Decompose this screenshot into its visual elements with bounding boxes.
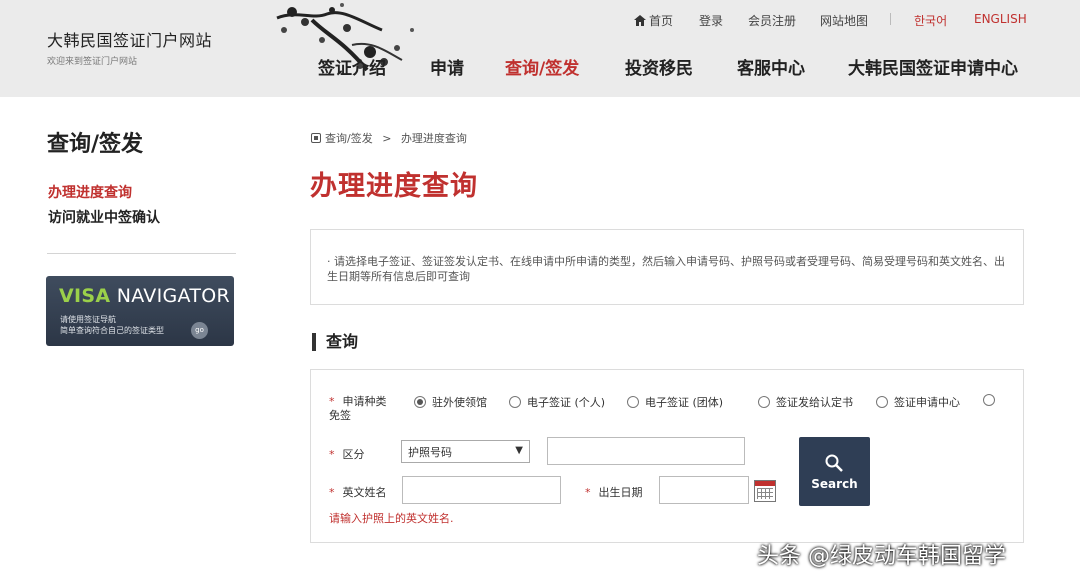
visa-navigator-title: VISA NAVIGATOR	[59, 285, 230, 307]
breadcrumb: 查询/签发 > 办理进度查询	[311, 130, 467, 146]
nav-customer-center[interactable]: 客服中心	[737, 54, 805, 79]
nav-inquiry-issue[interactable]: 查询/签发	[505, 54, 579, 79]
notice-text: · 请选择电子签证、签证签发认定书、在线申请中所申请的类型，然后输入申请号码、护…	[327, 255, 1005, 283]
site-title[interactable]: 大韩民国签证门户网站	[47, 27, 212, 51]
sidebar-title: 查询/签发	[47, 132, 144, 157]
banner-line-1: 请使用签证导航	[60, 315, 116, 324]
nav-investment-immigration[interactable]: 投资移民	[625, 54, 693, 79]
home-link[interactable]: 首页	[634, 12, 673, 29]
english-link[interactable]: ENGLISH	[974, 12, 1027, 26]
korean-link[interactable]: 한국어	[914, 12, 947, 29]
birth-label-text: 出生日期	[598, 486, 643, 499]
radio-label: 电子签证 (个人)	[527, 396, 606, 409]
visa-free-label: 免签	[329, 409, 351, 422]
visa-word: VISA	[59, 285, 111, 307]
required-mark: *	[329, 448, 335, 461]
radio-application-center[interactable]: 签证申请中心	[876, 394, 960, 410]
name-label-text: 英文姓名	[342, 486, 387, 499]
breadcrumb-separator: >	[382, 132, 392, 145]
navigator-word: NAVIGATOR	[110, 285, 231, 307]
radio-evisa-individual[interactable]: 电子签证 (个人)	[509, 394, 605, 410]
go-button[interactable]: go	[191, 322, 208, 339]
category-label-text: 区分	[342, 448, 365, 461]
site-subtitle: 欢迎来到签证门户网站	[47, 57, 138, 67]
watermark: 头条 @绿皮动车韩国留学	[757, 544, 1006, 569]
radio-issuance-certificate[interactable]: 签证发给认定书	[758, 394, 853, 410]
search-button[interactable]: Search	[799, 437, 870, 506]
chevron-down-icon: ▼	[515, 445, 523, 456]
sidebar-item-employment-confirmation[interactable]: 访问就业中签确认	[48, 207, 160, 227]
sidebar-item-progress-inquiry[interactable]: 办理进度查询	[48, 182, 132, 202]
radio-circle[interactable]	[414, 396, 426, 408]
number-input[interactable]	[547, 437, 745, 465]
radio-label: 电子签证 (团体)	[645, 396, 724, 409]
radio-circle[interactable]	[758, 396, 770, 408]
breadcrumb-current: 办理进度查询	[400, 132, 467, 145]
required-mark: *	[585, 486, 591, 499]
radio-label: 签证申请中心	[894, 396, 960, 409]
calendar-icon[interactable]	[754, 480, 776, 502]
nav-visa-application-center[interactable]: 大韩民国签证申请中心	[848, 54, 1018, 79]
english-name-input[interactable]	[402, 476, 561, 504]
radio-visa-free[interactable]	[983, 394, 1001, 407]
radio-circle[interactable]	[983, 394, 995, 406]
login-link[interactable]: 登录	[699, 12, 723, 29]
radio-circle[interactable]	[509, 396, 521, 408]
radio-consulate[interactable]: 驻外使领馆	[414, 394, 487, 410]
utility-divider	[890, 13, 891, 25]
required-mark: *	[329, 486, 335, 499]
radio-evisa-group[interactable]: 电子签证 (团体)	[627, 394, 723, 410]
signup-link[interactable]: 会员注册	[748, 12, 796, 29]
nav-apply[interactable]: 申请	[430, 54, 464, 79]
banner-line-2: 简单查询符合自己的签证类型	[60, 326, 164, 335]
visa-navigator-banner[interactable]: VISA NAVIGATOR 请使用签证导航 简单查询符合自己的签证类型 go	[46, 276, 234, 346]
breadcrumb-section[interactable]: 查询/签发	[325, 132, 373, 145]
category-label: * 区分	[329, 446, 365, 462]
nav-visa-intro[interactable]: 签证介绍	[318, 54, 386, 79]
birth-date-input[interactable]	[659, 476, 749, 504]
search-label: Search	[811, 477, 858, 491]
home-icon	[634, 15, 646, 26]
sitemap-link[interactable]: 网站地图	[820, 12, 868, 29]
birth-label: * 出生日期	[585, 484, 643, 500]
section-title: 查询	[312, 333, 358, 351]
name-hint: 请输入护照上的英文姓名.	[329, 512, 454, 525]
inquiry-form: * 申请种类 驻外使领馆 电子签证 (个人) 电子签证 (团体) 签证发给认定书 …	[310, 369, 1024, 543]
radio-label: 驻外使领馆	[432, 396, 487, 409]
page-title: 办理进度查询	[310, 171, 478, 202]
category-selected: 护照号码	[408, 446, 452, 459]
radio-circle[interactable]	[627, 396, 639, 408]
search-icon	[825, 454, 843, 472]
notice-box: · 请选择电子签证、签证签发认定书、在线申请中所申请的类型，然后输入申请号码、护…	[310, 229, 1024, 305]
site-header: 大韩民国签证门户网站 欢迎来到签证门户网站 首页 登录 会员注册 网站地图 한국…	[0, 0, 1080, 97]
home-label: 首页	[649, 14, 674, 28]
sidebar-divider	[47, 253, 236, 254]
name-label: * 英文姓名	[329, 484, 387, 500]
radio-circle[interactable]	[876, 396, 888, 408]
category-select[interactable]: 护照号码 ▼	[401, 440, 530, 463]
breadcrumb-home-icon[interactable]	[311, 133, 321, 143]
radio-label: 签证发给认定书	[776, 396, 853, 409]
